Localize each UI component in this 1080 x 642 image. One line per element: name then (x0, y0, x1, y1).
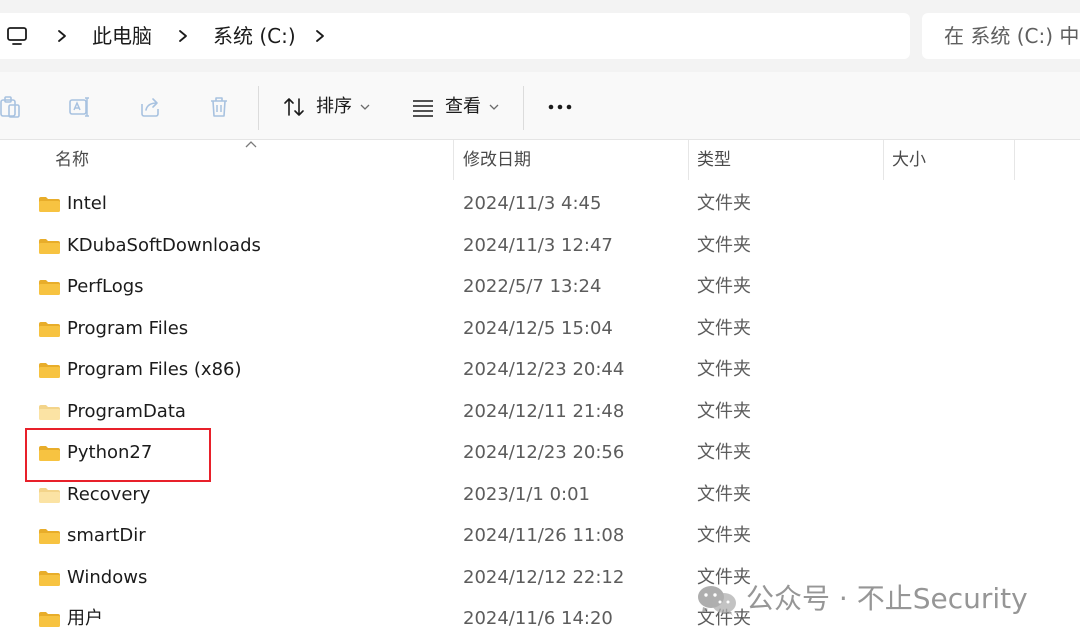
column-divider[interactable] (688, 140, 689, 180)
file-type: 文件夹 (697, 276, 751, 297)
file-type: 文件夹 (697, 483, 751, 505)
sort-ascending-icon (245, 141, 257, 148)
folder-icon (39, 529, 60, 544)
file-row[interactable]: PerfLogs 2022/5/7 13:24 文件夹 (0, 267, 1080, 308)
folder-icon (39, 321, 60, 337)
folder-icon (39, 280, 60, 295)
highlight-box (25, 428, 211, 482)
file-row[interactable]: Intel 2024/11/3 4:45 文件夹 (0, 184, 1080, 225)
share-icon[interactable] (138, 95, 162, 119)
folder-icon (39, 570, 60, 586)
column-header-type[interactable]: 类型 (697, 143, 731, 177)
command-bar: 排序 查看 (0, 72, 1080, 140)
paste-icon[interactable] (0, 95, 22, 119)
sort-button[interactable]: 排序 (316, 93, 352, 121)
chevron-right-icon[interactable] (313, 25, 327, 47)
file-modified-date: 2024/11/6 14:20 (463, 608, 613, 629)
column-header-size[interactable]: 大小 (892, 143, 926, 177)
delete-icon[interactable] (207, 95, 231, 119)
file-name[interactable]: Intel (67, 190, 107, 218)
rename-icon[interactable] (68, 95, 92, 119)
folder-icon (39, 612, 60, 627)
chevron-right-icon[interactable] (55, 25, 69, 47)
file-type: 文件夹 (697, 359, 751, 380)
file-modified-date: 2024/12/12 22:12 (463, 566, 625, 588)
file-type: 文件夹 (697, 317, 751, 339)
file-type: 文件夹 (697, 193, 751, 214)
folder-icon (39, 238, 60, 254)
chevron-down-icon[interactable] (360, 103, 370, 111)
file-name[interactable]: Program Files (x86) (67, 356, 242, 384)
file-type: 文件夹 (697, 525, 751, 546)
file-name[interactable]: smartDir (67, 522, 146, 550)
view-button[interactable]: 查看 (445, 93, 481, 121)
file-modified-date: 2024/12/5 15:04 (463, 317, 613, 339)
search-placeholder: 在 系统 (C:) 中搜 (944, 24, 1080, 48)
file-name[interactable]: Windows (67, 564, 147, 592)
file-modified-date: 2024/12/11 21:48 (463, 400, 625, 422)
file-row[interactable]: KDubaSoftDownloads 2024/11/3 12:47 文件夹 (0, 226, 1080, 267)
toolbar-divider (258, 86, 259, 130)
search-input[interactable]: 在 系统 (C:) 中搜 (922, 13, 1080, 59)
column-divider[interactable] (453, 140, 454, 180)
folder-icon (39, 404, 60, 420)
file-modified-date: 2024/11/26 11:08 (463, 525, 625, 546)
file-modified-date: 2023/1/1 0:01 (463, 483, 590, 505)
address-bar-row: 此电脑 系统 (C:) 在 系统 (C:) 中搜 (0, 0, 1080, 72)
file-row[interactable]: smartDir 2024/11/26 11:08 文件夹 (0, 516, 1080, 557)
column-header-modified[interactable]: 修改日期 (463, 143, 531, 177)
file-modified-date: 2022/5/7 13:24 (463, 276, 602, 297)
chevron-down-icon[interactable] (489, 103, 499, 111)
file-row[interactable]: Program Files 2024/12/5 15:04 文件夹 (0, 309, 1080, 350)
column-header-name[interactable]: 名称 (55, 143, 89, 177)
file-name[interactable]: KDubaSoftDownloads (67, 232, 261, 260)
file-type: 文件夹 (697, 400, 751, 422)
watermark-text: 公众号 · 不止Security (746, 582, 1028, 615)
this-pc-icon[interactable] (6, 25, 28, 47)
folder-icon (39, 197, 60, 212)
breadcrumb-this-pc[interactable]: 此电脑 (92, 22, 152, 50)
file-name[interactable]: 用户 (67, 605, 103, 633)
file-modified-date: 2024/11/3 12:47 (463, 234, 613, 256)
chevron-right-icon[interactable] (176, 25, 190, 47)
folder-icon (39, 363, 60, 378)
file-modified-date: 2024/12/23 20:56 (463, 442, 625, 463)
file-name[interactable]: PerfLogs (67, 273, 144, 301)
view-icon[interactable] (411, 95, 435, 119)
toolbar-divider (523, 86, 524, 130)
breadcrumb-system-c[interactable]: 系统 (C:) (213, 22, 296, 50)
sort-icon[interactable] (282, 95, 306, 119)
file-modified-date: 2024/11/3 4:45 (463, 193, 602, 214)
file-name[interactable]: ProgramData (67, 398, 186, 426)
more-options-icon[interactable] (546, 94, 574, 120)
file-row[interactable]: ProgramData 2024/12/11 21:48 文件夹 (0, 392, 1080, 433)
file-type: 文件夹 (697, 234, 751, 256)
file-modified-date: 2024/12/23 20:44 (463, 359, 625, 380)
file-name[interactable]: Recovery (67, 481, 150, 509)
wechat-icon (698, 586, 736, 616)
file-type: 文件夹 (697, 442, 751, 463)
file-row[interactable]: Program Files (x86) 2024/12/23 20:44 文件夹 (0, 350, 1080, 391)
folder-icon (39, 487, 60, 503)
column-divider[interactable] (1014, 140, 1015, 180)
column-divider[interactable] (883, 140, 884, 180)
file-name[interactable]: Program Files (67, 315, 188, 343)
